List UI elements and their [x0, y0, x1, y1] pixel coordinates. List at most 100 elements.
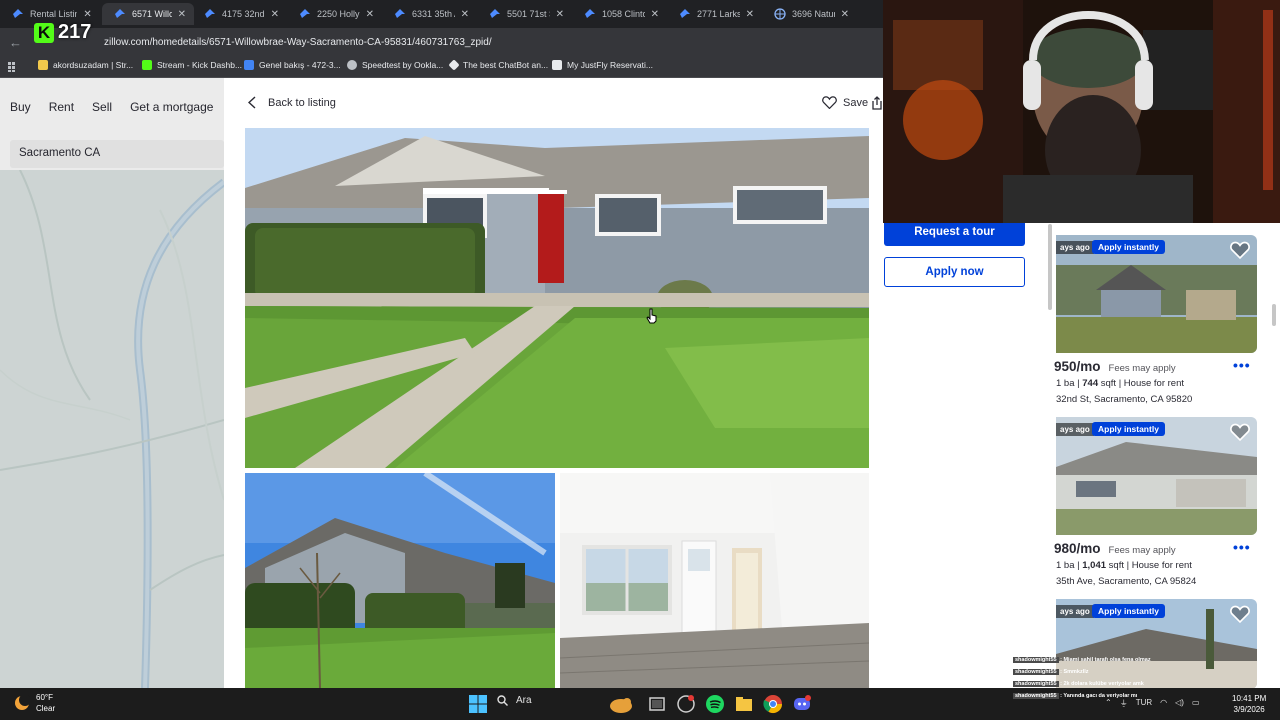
close-tab-icon[interactable]: ✕ [746, 9, 754, 20]
chevron-left-icon [248, 96, 256, 109]
speedtest-favicon-icon [347, 60, 357, 70]
listing-address[interactable]: 35th Ave, Sacramento, CA 95824 [1056, 576, 1196, 587]
save-button[interactable]: Save [822, 96, 868, 109]
clock-date: 3/9/2026 [1233, 705, 1265, 714]
chat-message: shadowmight55 : Smmkzllz [1013, 669, 1089, 675]
chat-username: shadowmight55 [1013, 657, 1059, 663]
tab-4175-32nd[interactable]: 4175 32nd St ✕ [192, 3, 287, 25]
tab-3696-naturita[interactable]: 3696 Naturita ✕ [762, 3, 857, 25]
spotify-icon[interactable] [705, 694, 725, 714]
tab-2250-holly[interactable]: 2250 Holly St ✕ [287, 3, 382, 25]
stream-chat-overlay: shadowmight55 : Miami sahil tarafı olsa … [1013, 654, 1193, 702]
more-options-icon[interactable]: ••• [1233, 357, 1251, 373]
close-tab-icon[interactable]: ✕ [271, 9, 279, 20]
search-icon [497, 695, 508, 706]
tab-1058-clinton[interactable]: 1058 Clinton ✕ [572, 3, 667, 25]
facts-baths: 1 ba | [1056, 378, 1083, 389]
listing-photo-exterior[interactable] [245, 128, 869, 468]
save-heart-icon[interactable] [1230, 605, 1250, 623]
close-tab-icon[interactable]: ✕ [556, 9, 564, 20]
tab-5501-71st[interactable]: 5501 71st St ✕ [477, 3, 572, 25]
modal-backdrop[interactable] [0, 78, 224, 688]
listings-column: ays ago Apply instantly 950/mo Fees may a… [1054, 223, 1280, 688]
bookmark-label: The best ChatBot an... [463, 60, 549, 70]
listing-price: 950/mo Fees may apply [1054, 359, 1176, 374]
apply-now-button[interactable]: Apply now [884, 257, 1025, 287]
share-icon[interactable] [872, 96, 882, 110]
chat-message: shadowmight55 : Yanında gacı da veriyola… [1013, 693, 1138, 699]
weather-widget[interactable]: 60°F Clear [14, 692, 55, 714]
chat-text: Yanında gacı da veriyolar mı [1063, 693, 1138, 699]
tab-label: 6571 Willowbrae [132, 9, 172, 19]
discord-icon[interactable] [792, 694, 812, 714]
bookmark-item[interactable]: akordsuzadam | Str... [38, 60, 133, 70]
close-tab-icon[interactable]: ✕ [461, 9, 469, 20]
zillow-favicon-icon [115, 9, 125, 18]
close-tab-icon[interactable]: ✕ [83, 9, 92, 20]
facts-sqft: 744 [1082, 378, 1099, 389]
windows-start-icon[interactable] [468, 694, 488, 714]
bookmark-item[interactable]: Stream - Kick Dashb... [142, 60, 242, 70]
close-tab-icon[interactable]: ✕ [366, 9, 374, 20]
save-heart-icon[interactable] [1230, 423, 1250, 441]
days-ago-badge: ays ago [1056, 241, 1094, 254]
days-ago-badge: ays ago [1056, 423, 1094, 436]
file-explorer-icon[interactable] [734, 694, 754, 714]
hand-cursor-icon [646, 308, 657, 324]
bookmark-item[interactable]: Speedtest by Ookla... [347, 60, 443, 70]
kick-favicon-icon [142, 60, 152, 70]
battery-icon[interactable]: ▭ [1192, 698, 1200, 709]
chrome-icon[interactable] [763, 694, 783, 714]
tab-2771-larkspur[interactable]: 2771 Larkspur ✕ [667, 3, 762, 25]
webcam-image [883, 0, 1280, 223]
clock[interactable]: 10:41 PM 3/9/2026 [1232, 693, 1266, 715]
tab-label: 4175 32nd St [222, 9, 265, 19]
close-tab-icon[interactable]: ✕ [651, 9, 659, 20]
listing-photo-interior[interactable] [560, 473, 869, 688]
close-tab-icon[interactable]: ✕ [841, 9, 849, 20]
bookmark-label: Speedtest by Ookla... [362, 60, 444, 70]
tab-6331-35th[interactable]: 6331 35th Ave ✕ [382, 3, 477, 25]
listing-card-photo[interactable]: ays ago Apply instantly [1056, 235, 1257, 353]
more-options-icon[interactable]: ••• [1233, 539, 1251, 555]
chat-text: Miami sahil tarafı olsa fena olmaz [1063, 657, 1151, 663]
price-value: 950/mo [1054, 359, 1101, 374]
facts-type: sqft | House for rent [1098, 378, 1185, 389]
chat-text: Smmkzllz [1063, 669, 1089, 675]
modal-scrollbar[interactable] [1048, 224, 1052, 310]
days-ago-badge: ays ago [1056, 605, 1094, 618]
moon-weather-icon [15, 695, 30, 710]
taskbar-search[interactable]: Ara [497, 695, 532, 706]
back-label: Back to listing [268, 96, 336, 109]
globe-favicon-icon [774, 8, 786, 20]
chat-message: shadowmight55 : 2k dolara kulübe veriyol… [1013, 681, 1144, 687]
zillow-favicon-icon [490, 9, 500, 18]
bookmark-item[interactable]: My JustFly Reservati... [552, 60, 653, 70]
kick-logo-icon: K [34, 22, 54, 43]
back-to-listing-link[interactable]: Back to listing [248, 96, 336, 109]
save-heart-icon[interactable] [1230, 241, 1250, 259]
close-tab-icon[interactable]: ✕ [178, 9, 186, 20]
recording-app-icon[interactable] [676, 694, 696, 714]
bookmark-item[interactable]: Genel bakış - 472-3... [244, 60, 341, 70]
back-arrow-icon[interactable]: ← [9, 35, 22, 50]
streamer-webcam [883, 0, 1280, 223]
justfly-favicon-icon [552, 60, 562, 70]
tab-6571-willowbrae[interactable]: 6571 Willowbrae ✕ [102, 3, 194, 25]
fees-note: Fees may apply [1108, 363, 1176, 374]
listing-card-photo[interactable]: ays ago Apply instantly [1056, 417, 1257, 535]
heart-outline-icon [822, 96, 837, 109]
url-field[interactable]: zillow.com/homedetails/6571-Willowbrae-W… [104, 37, 492, 48]
listing-address[interactable]: 32nd St, Sacramento, CA 95820 [1056, 394, 1192, 405]
task-view-icon[interactable] [647, 694, 667, 714]
apps-grid-icon[interactable] [8, 62, 18, 72]
zillow-favicon-icon [680, 9, 690, 18]
bookmark-item[interactable]: The best ChatBot an... [448, 59, 549, 71]
listing-photo-side[interactable] [245, 473, 555, 688]
save-label: Save [843, 96, 869, 109]
search-label: Ara [516, 695, 532, 706]
tab-label: 2250 Holly St [317, 9, 360, 19]
cat-widget-icon[interactable] [608, 694, 634, 714]
listing-facts: 1 ba | 1,041 sqft | House for rent [1056, 560, 1192, 571]
listings-scrollbar[interactable] [1272, 304, 1276, 326]
